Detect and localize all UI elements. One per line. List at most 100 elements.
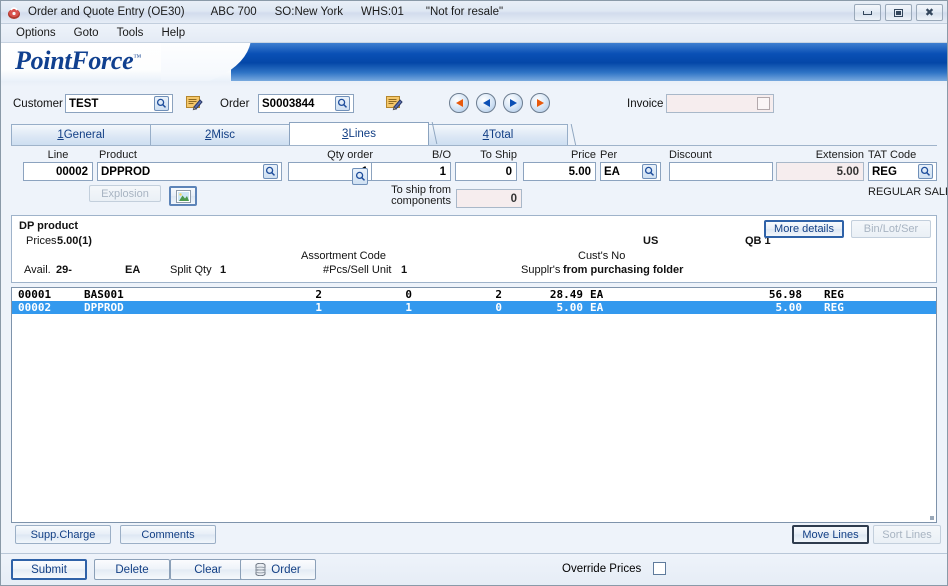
table-row[interactable]: 00002 DPPROD 1 1 0 5.00 EA 5.00 REG xyxy=(12,301,936,314)
brand-banner: PointForce™ xyxy=(1,43,947,81)
order-button[interactable]: Order xyxy=(240,559,316,580)
cell-line: 00001 xyxy=(18,288,52,301)
tab-total[interactable]: 4 Total xyxy=(428,124,577,146)
move-lines-button[interactable]: Move Lines xyxy=(792,525,869,544)
cell-product: DPPROD xyxy=(84,301,124,314)
cell-bo: 1 xyxy=(405,301,412,314)
database-icon xyxy=(255,562,266,577)
tab-general-label: General xyxy=(63,129,105,141)
supp-charge-button[interactable]: Supp.Charge xyxy=(15,525,111,544)
avail-value: 29- xyxy=(56,264,72,276)
tab-bottom-border xyxy=(11,145,937,146)
maximize-button[interactable] xyxy=(885,4,912,21)
submit-label: Submit xyxy=(31,563,67,576)
tat-code-lookup-icon[interactable] xyxy=(918,164,933,179)
minimize-button[interactable] xyxy=(854,4,881,21)
override-prices-checkbox[interactable] xyxy=(653,562,666,575)
next-record-button[interactable] xyxy=(503,93,523,113)
close-button[interactable]: ✖ xyxy=(916,4,943,21)
more-details-button[interactable]: More details xyxy=(764,220,844,238)
qty-order-lookup-icon[interactable] xyxy=(352,168,368,185)
menu-item-options[interactable]: Options xyxy=(7,26,65,40)
grid-resize-handle[interactable] xyxy=(930,516,934,520)
first-record-button[interactable] xyxy=(449,93,469,113)
tab-bar: 1 General 2 Misc 3 Lines 4 Total xyxy=(11,122,577,146)
cell-per: EA xyxy=(590,301,604,314)
order-label: Order xyxy=(271,563,301,576)
invoice-input[interactable] xyxy=(666,94,774,113)
cell-product: BAS001 xyxy=(84,288,124,301)
discount-label: Discount xyxy=(669,149,712,161)
tab-slant xyxy=(561,124,577,146)
backorder-value: 1 xyxy=(439,165,446,178)
logo-force: Force xyxy=(71,46,134,75)
price-input[interactable]: 5.00 xyxy=(523,162,596,181)
extension-field: 5.00 xyxy=(776,162,864,181)
cell-bo: 0 xyxy=(405,288,412,301)
invoice-label: Invoice xyxy=(627,98,664,110)
cell-qty-order: 1 xyxy=(315,301,322,314)
tab-lines[interactable]: 3 Lines xyxy=(289,122,438,145)
tab-lines-label: Lines xyxy=(348,128,376,140)
product-lookup-icon[interactable] xyxy=(263,164,278,179)
price-label: Price xyxy=(570,149,596,161)
submit-button[interactable]: Submit xyxy=(11,559,87,580)
menu-item-tools[interactable]: Tools xyxy=(108,26,153,40)
cell-price: 5.00 xyxy=(556,301,584,314)
order-lookup-icon[interactable] xyxy=(335,96,350,111)
order-input[interactable]: S0003844 xyxy=(258,94,354,113)
to-ship-label: To Ship xyxy=(480,149,517,161)
line-number-value: 00002 xyxy=(56,165,88,178)
assortment-code-label: Assortment Code xyxy=(301,250,386,262)
customer-note-icon[interactable] xyxy=(186,95,203,111)
menu-bar: Options Goto Tools Help xyxy=(1,24,947,43)
logo-point: Point xyxy=(15,46,72,75)
avail-uom: EA xyxy=(125,264,141,276)
clear-button[interactable]: Clear xyxy=(170,559,246,580)
tat-code-value: REG xyxy=(872,165,897,178)
order-value: S0003844 xyxy=(262,97,315,110)
tab-misc[interactable]: 2 Misc xyxy=(150,124,299,146)
prices-value: 5.00(1) xyxy=(57,235,92,247)
logo-tm: ™ xyxy=(133,52,141,62)
cell-extension: 56.98 xyxy=(768,288,802,301)
customer-lookup-icon[interactable] xyxy=(154,96,169,111)
customer-input[interactable]: TEST xyxy=(65,94,173,113)
to-ship-from-components-value: 0 xyxy=(510,192,517,205)
tat-code-input[interactable]: REG xyxy=(868,162,937,181)
lines-toolbar: Supp.Charge Comments Move Lines Sort Lin… xyxy=(11,525,941,547)
record-header-row: Customer TEST Order S0003844 Invoice xyxy=(1,87,947,115)
customer-value: TEST xyxy=(69,97,99,110)
order-lines-grid[interactable]: 00001 BAS001 2 0 2 28.49 EA 56.98 REG 00002 DPPROD… xyxy=(11,287,937,523)
product-input[interactable]: DPPROD xyxy=(97,162,282,181)
move-lines-label: Move Lines xyxy=(802,528,859,541)
menu-item-help[interactable]: Help xyxy=(152,26,194,40)
line-number-label: Line xyxy=(47,149,69,161)
last-record-icon xyxy=(536,99,544,107)
product-label: Product xyxy=(99,149,137,161)
invoice-lookup-icon[interactable] xyxy=(757,97,770,110)
per-lookup-icon[interactable] xyxy=(642,164,657,179)
bin-lot-ser-button[interactable]: Bin/Lot/Ser xyxy=(851,220,931,238)
grid-rows-container: 00001 BAS001 2 0 2 28.49 EA 56.98 REG 00002 DPPROD… xyxy=(12,288,936,314)
explosion-button[interactable]: Explosion xyxy=(89,185,161,202)
delete-button[interactable]: Delete xyxy=(94,559,170,580)
backorder-input[interactable]: 1 xyxy=(371,162,451,181)
product-image-button[interactable] xyxy=(169,186,197,206)
product-value: DPPROD xyxy=(101,165,151,178)
delete-label: Delete xyxy=(115,563,149,576)
order-note-icon[interactable] xyxy=(386,95,403,111)
discount-input[interactable] xyxy=(669,162,773,181)
backorder-label: B/O xyxy=(432,149,451,161)
sort-lines-label: Sort Lines xyxy=(882,528,932,541)
last-record-button[interactable] xyxy=(530,93,550,113)
previous-record-button[interactable] xyxy=(476,93,496,113)
sort-lines-button[interactable]: Sort Lines xyxy=(873,525,941,544)
table-row[interactable]: 00001 BAS001 2 0 2 28.49 EA 56.98 REG xyxy=(12,288,936,301)
menu-item-goto[interactable]: Goto xyxy=(65,26,108,40)
to-ship-input[interactable]: 0 xyxy=(455,162,517,181)
per-input[interactable]: EA xyxy=(600,162,661,181)
comments-button[interactable]: Comments xyxy=(120,525,216,544)
cell-extension: 5.00 xyxy=(775,301,803,314)
tab-general[interactable]: 1 General xyxy=(11,124,160,146)
